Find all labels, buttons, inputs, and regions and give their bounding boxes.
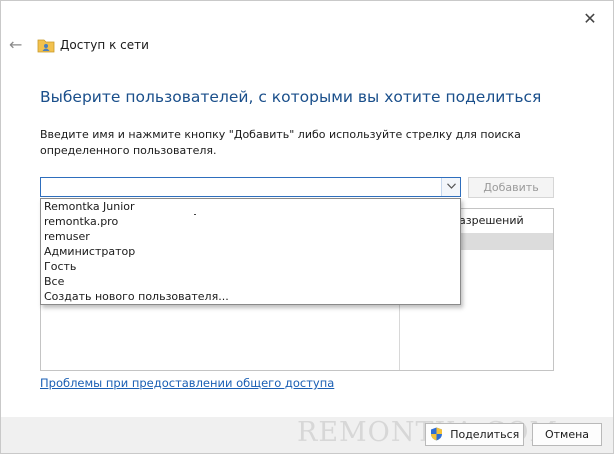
dropdown-item[interactable]: Администратор: [41, 244, 460, 259]
page-heading: Выберите пользователей, с которыми вы хо…: [40, 88, 542, 106]
dropdown-item[interactable]: Гость: [41, 259, 460, 274]
close-button[interactable]: ✕: [575, 7, 605, 31]
uac-shield-icon: [430, 427, 451, 441]
share-label: Поделиться: [450, 428, 520, 441]
cancel-button[interactable]: Отмена: [532, 423, 602, 446]
selected-row-highlight[interactable]: [459, 233, 553, 250]
permission-level-header[interactable]: азрешений: [459, 214, 524, 227]
dropdown-item[interactable]: Remontka Junior: [41, 199, 460, 214]
user-name-combobox[interactable]: [40, 177, 461, 197]
shared-folder-users-icon: [37, 37, 55, 53]
combo-dropdown-button[interactable]: [441, 178, 460, 196]
dropdown-item[interactable]: Все: [41, 274, 460, 289]
close-icon: ✕: [583, 9, 597, 28]
dropdown-item-create-user[interactable]: Создать нового пользователя...: [41, 289, 460, 304]
back-arrow-icon: ←: [9, 35, 23, 54]
users-dropdown-list[interactable]: Remontka Junior remontka.pro remuser Адм…: [40, 198, 461, 305]
stray-dot: [194, 214, 196, 215]
window-title: Доступ к сети: [60, 38, 149, 52]
chevron-down-icon: [446, 181, 456, 192]
back-button[interactable]: ←: [9, 35, 25, 55]
dropdown-item[interactable]: remontka.pro: [41, 214, 460, 229]
dropdown-item[interactable]: remuser: [41, 229, 460, 244]
share-button[interactable]: Поделиться: [425, 423, 524, 446]
instructions-text: Введите имя и нажмите кнопку "Добавить" …: [40, 128, 521, 157]
network-access-window: ✕ ← Доступ к сети Выберите пользователей…: [0, 0, 614, 454]
sharing-problems-link[interactable]: Проблемы при предоставлении общего досту…: [40, 376, 334, 390]
add-button[interactable]: Добавить: [468, 177, 554, 198]
